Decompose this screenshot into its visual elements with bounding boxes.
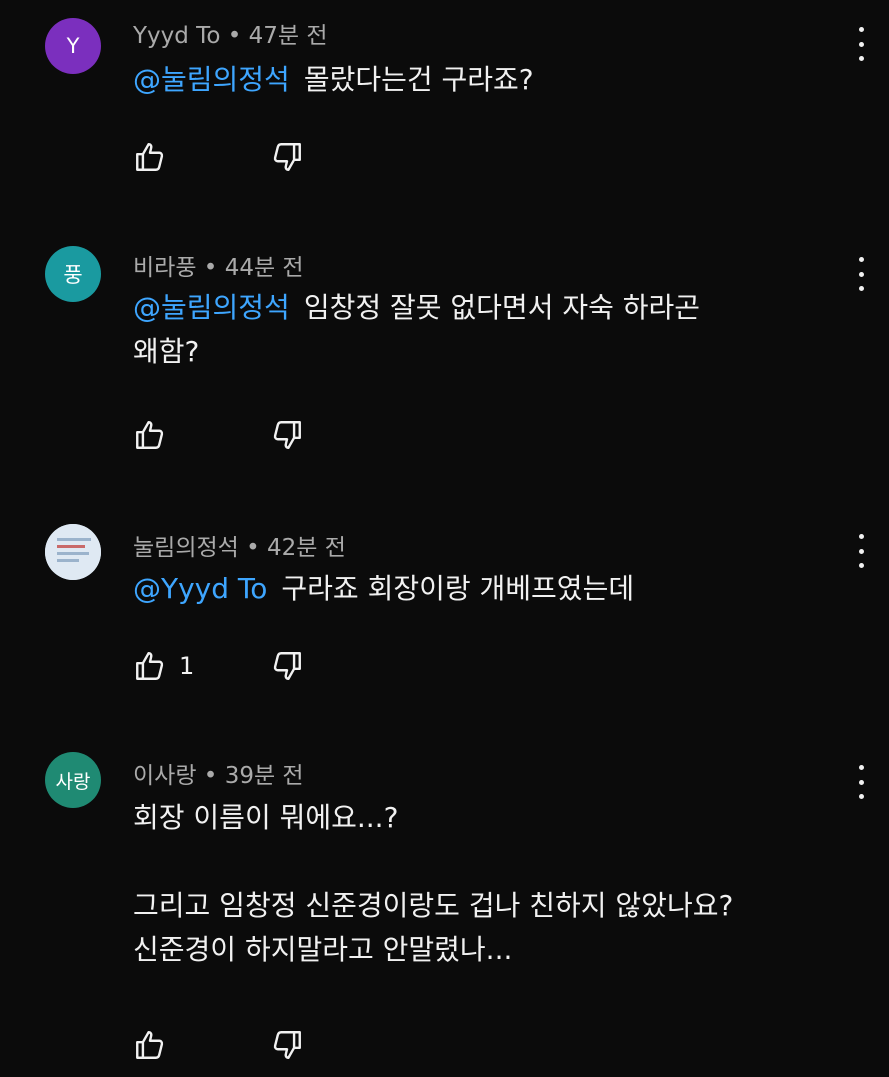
comment-actions [133, 140, 301, 174]
comment-text: @눌림의정석 몰랐다는건 구라죠? [133, 58, 799, 102]
meta-separator: • [246, 535, 260, 561]
comment-line: 회장 이름이 뭐에요...? [133, 801, 399, 834]
like-button[interactable] [133, 418, 167, 452]
more-vert-icon[interactable] [852, 257, 870, 291]
avatar[interactable] [45, 524, 101, 580]
thumbs-down-icon [273, 652, 301, 680]
thumbs-down-icon [273, 1031, 301, 1059]
thumbs-up-icon [136, 1031, 164, 1059]
thumbs-down-icon [273, 143, 301, 171]
dislike-button[interactable] [270, 1028, 304, 1062]
dislike-button[interactable] [270, 140, 304, 174]
comment-time[interactable]: 44분 전 [225, 255, 304, 281]
like-button[interactable] [133, 140, 167, 174]
like-button[interactable] [133, 1028, 167, 1062]
mention-link[interactable]: @눌림의정석 [133, 291, 290, 324]
comment-time[interactable]: 39분 전 [225, 763, 304, 789]
comment-text: @눌림의정석 임창정 잘못 없다면서 자숙 하라곤 왜함? [133, 286, 799, 374]
comment-meta: Yyyd To • 47분 전 [133, 16, 328, 50]
more-vert-icon[interactable] [852, 27, 870, 61]
comment-actions [133, 418, 301, 452]
meta-separator: • [203, 763, 218, 789]
more-vert-icon[interactable] [852, 765, 870, 799]
dislike-button[interactable] [270, 418, 304, 452]
like-button[interactable]: 1 [133, 649, 194, 683]
avatar-initial: 풍 [63, 263, 83, 287]
meta-separator: • [203, 255, 218, 281]
comment-line: 왜함? [133, 335, 200, 368]
comment-time[interactable]: 47분 전 [249, 23, 328, 49]
dislike-button[interactable] [270, 649, 304, 683]
like-count: 1 [179, 652, 195, 680]
comment-meta: 비라풍 • 44분 전 [133, 248, 304, 282]
thumbs-down-icon [273, 421, 301, 449]
thumbs-up-icon [136, 143, 164, 171]
more-vert-icon[interactable] [852, 534, 870, 568]
comment-author[interactable]: Yyyd To [133, 23, 220, 49]
comment-text: @Yyyd To 구라죠 회장이랑 개베프였는데 [133, 567, 799, 611]
comment-meta: 눌림의정석 • 42분 전 [133, 528, 346, 562]
comment-line: 몰랐다는건 구라죠? [303, 63, 534, 96]
comment-line: 신준경이 하지말라고 안말렸나... [133, 933, 513, 966]
avatar-initial: 사랑 [55, 770, 91, 793]
comment-author[interactable]: 눌림의정석 [133, 535, 239, 561]
comment-line-blank [133, 840, 799, 884]
comment-author[interactable]: 이사랑 [133, 763, 196, 789]
mention-link[interactable]: @Yyyd To [133, 572, 267, 605]
comment-actions: 1 [133, 649, 301, 683]
mention-link[interactable]: @눌림의정석 [133, 63, 290, 96]
comment-meta: 이사랑 • 39분 전 [133, 756, 304, 790]
comment-text: 회장 이름이 뭐에요...? 그리고 임창정 신준경이랑도 겁나 친하지 않았나… [133, 796, 799, 972]
comment-line: 임창정 잘못 없다면서 자숙 하라곤 [303, 291, 701, 324]
avatar-initial: Y [66, 34, 80, 58]
thumbs-up-icon [136, 652, 164, 680]
avatar-image [45, 524, 101, 580]
avatar[interactable]: 사랑 [45, 752, 101, 808]
comment-line: 그리고 임창정 신준경이랑도 겁나 친하지 않았나요? [133, 889, 734, 922]
avatar[interactable]: Y [45, 18, 101, 74]
comment-line: 구라죠 회장이랑 개베프였는데 [281, 572, 635, 605]
avatar[interactable]: 풍 [45, 246, 101, 302]
comment-actions [133, 1028, 301, 1062]
comment-time[interactable]: 42분 전 [267, 535, 346, 561]
meta-separator: • [227, 23, 242, 49]
thumbs-up-icon [136, 421, 164, 449]
comment-author[interactable]: 비라풍 [133, 255, 196, 281]
